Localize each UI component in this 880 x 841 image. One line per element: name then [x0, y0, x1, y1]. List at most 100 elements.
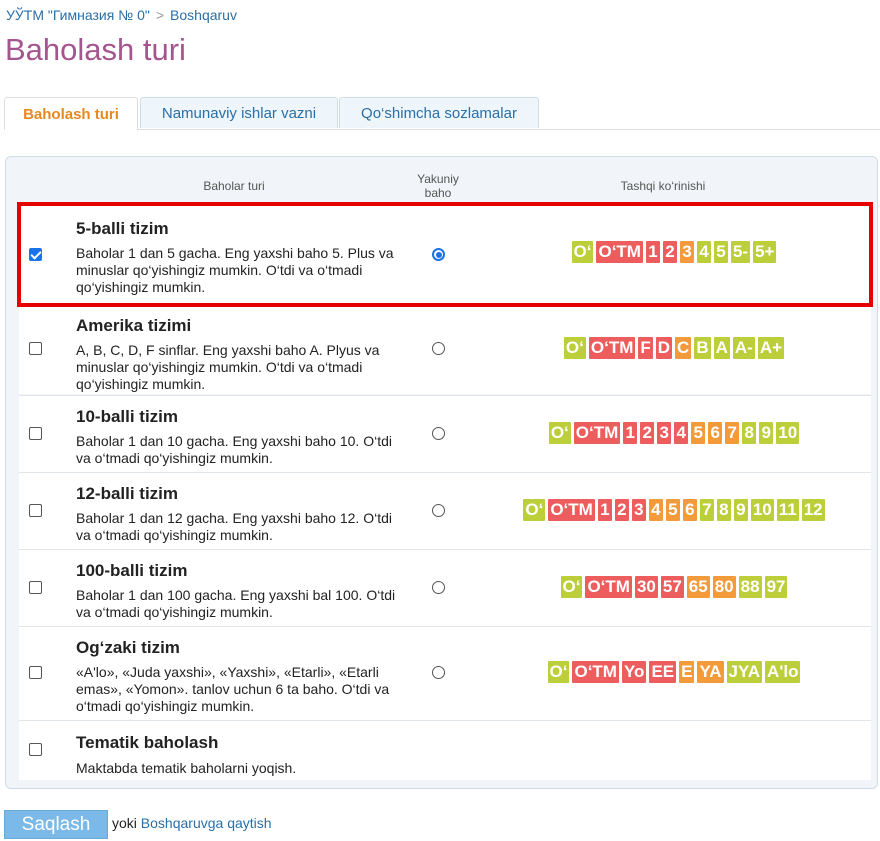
- grading-system-row: Amerika tizimi A, B, C, D, F sinflar. Eng…: [19, 305, 871, 394]
- footer-links: yoki Boshqaruvga qaytish: [112, 815, 272, 831]
- header-final-line1: Yakuniy: [417, 172, 459, 186]
- grade-badge: O‘: [548, 422, 571, 444]
- grade-badge: 1: [597, 499, 612, 521]
- grade-badge: O‘: [560, 576, 583, 598]
- grade-badge: JYA: [726, 661, 763, 683]
- grade-badge: 7: [725, 422, 740, 444]
- final-grade-radio[interactable]: [432, 427, 445, 440]
- grade-badge: 88: [738, 576, 762, 598]
- grade-badge: O‘: [571, 241, 594, 263]
- grade-badge: 80: [712, 576, 736, 598]
- enable-checkbox[interactable]: [29, 427, 42, 440]
- final-grade-radio[interactable]: [432, 504, 445, 517]
- grade-badge: O‘TM: [573, 422, 621, 444]
- grade-badge: 1: [645, 241, 660, 263]
- grade-badge: O‘TM: [596, 241, 643, 263]
- final-grade-radio[interactable]: [432, 342, 445, 355]
- final-grade-radio[interactable]: [432, 581, 445, 594]
- grade-preview: O‘ O‘TM F D C B A A- A+: [479, 337, 869, 359]
- grade-preview: O‘ O‘TM 1 2 3 4 5 5- 5+: [479, 241, 869, 263]
- grade-badge: 57: [660, 576, 684, 598]
- grade-badge: F: [638, 337, 653, 359]
- grade-badge: E: [679, 661, 695, 683]
- breadcrumb: УЎТМ "Гимназия № 0" > Boshqaruv: [6, 7, 237, 23]
- grade-preview: O‘ O‘TM 1 2 3 4 5 6 7 8 9 10: [479, 422, 869, 444]
- grading-system-row: Og‘zaki tizim «A'lo», «Juda yaxshi», «Yax…: [19, 626, 871, 720]
- grading-system-row: 10-balli tizim Baholar 1 dan 10 gacha. En…: [19, 395, 871, 472]
- grade-badge: O‘: [547, 661, 570, 683]
- system-description: A, B, C, D, F sinflar. Eng yaxshi baho A…: [76, 342, 380, 392]
- grade-badge: 97: [764, 576, 788, 598]
- grade-preview: O‘ O‘TM Yo EE E YA JYA A'lo: [479, 661, 869, 683]
- header-final-line2: baho: [424, 186, 452, 200]
- system-name: Amerika tizimi: [76, 316, 192, 335]
- grade-badge: 65: [686, 576, 710, 598]
- grade-badge: 3: [657, 422, 672, 444]
- grading-system-row: 12-balli tizim Baholar 1 dan 12 gacha. En…: [19, 472, 871, 549]
- grade-badge: O‘: [563, 337, 586, 359]
- grade-badge: 2: [640, 422, 655, 444]
- grade-badge: 11: [776, 499, 799, 521]
- grade-badge: O‘: [523, 499, 546, 521]
- breadcrumb-section-link[interactable]: Boshqaruv: [170, 7, 237, 23]
- tab-additional-settings[interactable]: Qo‘shimcha sozlamalar: [339, 97, 539, 128]
- grading-system-row: Tematik baholash Maktabda tematik baholar…: [19, 720, 871, 780]
- system-name: 100-balli tizim: [76, 561, 188, 580]
- grade-badge: 12: [801, 499, 825, 521]
- enable-checkbox[interactable]: [29, 504, 42, 517]
- grade-badge: O‘TM: [572, 661, 619, 683]
- grade-badge: 9: [759, 422, 774, 444]
- grade-badge: 6: [708, 422, 723, 444]
- system-name: 5-balli tizim: [76, 219, 169, 238]
- grade-badge: YA: [697, 661, 724, 683]
- system-description: Maktabda tematik baholarni yoqish.: [76, 760, 297, 776]
- final-grade-radio[interactable]: [432, 248, 445, 261]
- grade-badge: O‘TM: [588, 337, 636, 359]
- system-description: Baholar 1 dan 10 gacha. Eng yaxshi baho …: [76, 433, 392, 466]
- grade-badge: 2: [662, 241, 677, 263]
- grade-badge: 5+: [753, 241, 777, 263]
- grade-badge: 1: [623, 422, 638, 444]
- grade-badge: 8: [742, 422, 757, 444]
- enable-checkbox[interactable]: [29, 248, 42, 261]
- grading-system-row: 100-balli tizim Baholar 1 dan 100 gacha. …: [19, 549, 871, 626]
- system-name: Og‘zaki tizim: [76, 638, 180, 657]
- header-appearance: Tashqi ko‘rinishi: [620, 179, 706, 193]
- grade-badge: 4: [648, 499, 663, 521]
- system-description: «A'lo», «Juda yaxshi», «Yaxshi», «Etarli…: [76, 664, 390, 714]
- grade-badge: A+: [757, 337, 785, 359]
- tab-bar: Baholash turi Namunaviy ishlar vazni Qo‘…: [4, 97, 880, 130]
- tab-sample-work-weight[interactable]: Namunaviy ishlar vazni: [140, 97, 338, 128]
- grade-badge: 5: [713, 241, 728, 263]
- system-description: Baholar 1 dan 100 gacha. Eng yaxshi bal …: [76, 587, 396, 620]
- breadcrumb-school-link[interactable]: УЎТМ "Гимназия № 0": [6, 7, 150, 23]
- system-description: Baholar 1 dan 5 gacha. Eng yaxshi baho 5…: [76, 245, 394, 295]
- save-button[interactable]: Saqlash: [4, 810, 108, 839]
- grade-badge: 5-: [730, 241, 751, 263]
- grading-systems-panel: Baholar turi Yakuniy baho Tashqi ko‘rini…: [5, 156, 878, 789]
- grade-badge: 2: [614, 499, 629, 521]
- system-description: Baholar 1 dan 12 gacha. Eng yaxshi baho …: [76, 510, 392, 543]
- grade-badge: Yo: [621, 661, 647, 683]
- grade-badge: 9: [733, 499, 748, 521]
- grade-badge: 10: [750, 499, 774, 521]
- enable-checkbox[interactable]: [29, 743, 42, 756]
- enable-checkbox[interactable]: [29, 342, 42, 355]
- grade-badge: A'lo: [765, 661, 801, 683]
- back-to-admin-link[interactable]: Boshqaruvga qaytish: [141, 815, 272, 831]
- grade-badge: 7: [699, 499, 714, 521]
- tab-grading-type[interactable]: Baholash turi: [4, 97, 138, 130]
- header-final-grade: Yakuniy baho: [406, 172, 470, 200]
- system-name: 10-balli tizim: [76, 407, 179, 426]
- grade-preview: O‘ O‘TM 30 57 65 80 88 97: [479, 576, 869, 598]
- grade-badge: 6: [682, 499, 697, 521]
- grade-badge: D: [655, 337, 673, 359]
- grade-badge: O‘TM: [548, 499, 595, 521]
- grade-badge: 3: [631, 499, 646, 521]
- breadcrumb-separator: >: [155, 7, 165, 23]
- enable-checkbox[interactable]: [29, 666, 42, 679]
- enable-checkbox[interactable]: [29, 581, 42, 594]
- grade-badge: 5: [665, 499, 680, 521]
- grade-badge: 30: [634, 576, 658, 598]
- final-grade-radio[interactable]: [432, 666, 445, 679]
